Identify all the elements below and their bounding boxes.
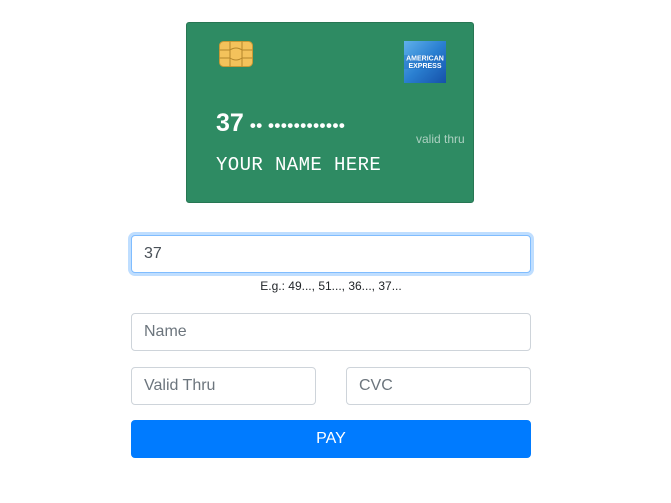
- credit-card-preview: AMERICAN EXPRESS 37 •• •••••••••••• valid…: [186, 22, 474, 203]
- card-number-display: 37 •• ••••••••••••: [216, 109, 345, 138]
- card-number-input[interactable]: [131, 235, 531, 273]
- card-number-hint: E.g.: 49..., 51..., 36..., 37...: [260, 279, 402, 293]
- card-number-prefix: 37: [216, 109, 244, 137]
- valid-thru-label: valid thru: [416, 132, 465, 146]
- amex-logo-icon: AMERICAN EXPRESS: [404, 41, 446, 83]
- name-input[interactable]: [131, 313, 531, 351]
- chip-icon: [219, 41, 253, 67]
- valid-thru-input[interactable]: [131, 367, 316, 405]
- cvc-input[interactable]: [346, 367, 531, 405]
- amex-logo-line1: AMERICAN: [406, 56, 444, 63]
- card-number-mask: •• ••••••••••••: [249, 116, 346, 135]
- cardholder-name-display: YOUR NAME HERE: [216, 154, 382, 176]
- pay-button[interactable]: PAY: [131, 420, 531, 458]
- amex-logo-line2: EXPRESS: [408, 63, 441, 70]
